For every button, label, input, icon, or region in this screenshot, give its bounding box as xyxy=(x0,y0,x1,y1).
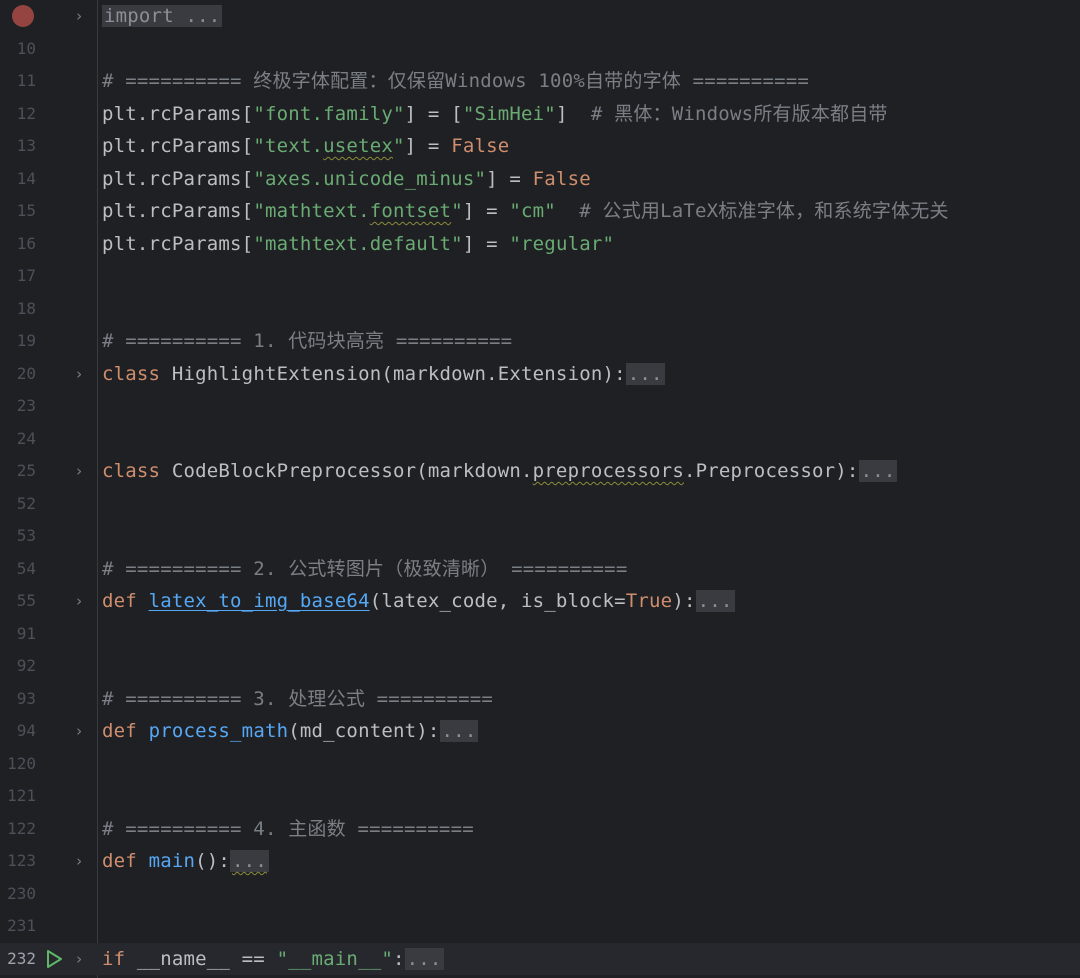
code-line[interactable]: 19 # ========== 1. 代码块高亮 ========== xyxy=(0,325,1080,358)
code-line[interactable]: 94 › def process_math(md_content):... xyxy=(0,715,1080,748)
line-number: 11 xyxy=(16,71,36,90)
code-editor[interactable]: › import ... 10 11 # ========== 终极字体配置：仅… xyxy=(0,0,1080,978)
fold-chevron-icon[interactable]: › xyxy=(70,0,88,33)
code-line[interactable]: 92 xyxy=(0,650,1080,683)
code-line[interactable]: 16 plt.rcParams["mathtext.default"] = "r… xyxy=(0,228,1080,261)
typo-warning: fontset xyxy=(369,200,452,222)
line-number: 25 xyxy=(16,461,36,480)
code-line[interactable]: 230 xyxy=(0,878,1080,911)
line-number: 53 xyxy=(16,526,36,545)
folded-block[interactable]: ... xyxy=(695,590,735,612)
line-number: 91 xyxy=(16,623,36,643)
code-line[interactable]: 121 xyxy=(0,780,1080,813)
line-number: 18 xyxy=(16,298,36,318)
code-line[interactable]: 14 plt.rcParams["axes.unicode_minus"] = … xyxy=(0,163,1080,196)
code-line[interactable]: 12 plt.rcParams["font.family"] = ["SimHe… xyxy=(0,98,1080,131)
line-number: 55 xyxy=(16,591,36,610)
code-line[interactable]: 231 xyxy=(0,910,1080,943)
fold-chevron-icon[interactable]: › xyxy=(70,358,88,391)
code-line[interactable]: › import ... xyxy=(0,0,1080,33)
function-name[interactable]: main xyxy=(149,850,196,872)
comment: # 公式用LaTeX标准字体，和系统字体无关 xyxy=(555,200,949,222)
line-number: 54 xyxy=(16,558,36,578)
line-number: 121 xyxy=(7,786,36,805)
line-number: 19 xyxy=(16,331,36,350)
code-line[interactable]: 23 xyxy=(0,390,1080,423)
line-number: 122 xyxy=(7,818,36,838)
code-line[interactable]: 15 plt.rcParams["mathtext.fontset"] = "c… xyxy=(0,195,1080,228)
typo-warning: preprocessors xyxy=(532,460,684,482)
code-line[interactable]: 20 › class HighlightExtension(markdown.E… xyxy=(0,358,1080,391)
fold-chevron-icon[interactable]: › xyxy=(70,715,88,748)
code-line[interactable]: 11 # ========== 终极字体配置：仅保留Windows 100%自带… xyxy=(0,65,1080,98)
line-number: 231 xyxy=(7,916,36,935)
line-number: 16 xyxy=(16,233,36,253)
folded-block[interactable]: ... xyxy=(439,720,479,742)
code-line[interactable]: 55 › def latex_to_img_base64(latex_code,… xyxy=(0,585,1080,618)
line-number: 24 xyxy=(16,428,36,448)
fold-chevron-icon[interactable]: › xyxy=(70,943,88,976)
folded-block[interactable]: ... xyxy=(230,850,269,872)
function-name[interactable]: process_math xyxy=(149,720,289,742)
code-line[interactable]: 122 # ========== 4. 主函数 ========== xyxy=(0,813,1080,846)
comment: # ========== 4. 主函数 ========== xyxy=(102,817,474,840)
line-number: 15 xyxy=(16,201,36,220)
folded-imports[interactable]: import ... xyxy=(102,5,223,27)
code-line[interactable]: 18 xyxy=(0,293,1080,326)
comment: # ========== 1. 代码块高亮 ========== xyxy=(102,330,513,352)
comment: # ========== 2. 公式转图片（极致清晰） ========== xyxy=(102,557,628,580)
line-number: 10 xyxy=(16,38,36,58)
code-line[interactable]: 120 xyxy=(0,748,1080,781)
line-number: 14 xyxy=(16,168,36,188)
line-number: 93 xyxy=(16,688,36,708)
code-line[interactable]: 52 xyxy=(0,488,1080,521)
line-number: 232 xyxy=(7,948,36,968)
code-line[interactable]: 13 plt.rcParams["text.usetex"] = False xyxy=(0,130,1080,163)
folded-block[interactable]: ... xyxy=(858,460,898,482)
line-number: 230 xyxy=(7,883,36,903)
comment: # ========== 终极字体配置：仅保留Windows 100%自带的字体… xyxy=(102,70,810,92)
breakpoint-icon[interactable] xyxy=(12,5,34,27)
fold-chevron-icon[interactable]: › xyxy=(70,585,88,618)
code-line[interactable]: 123 › def main():... xyxy=(0,845,1080,878)
code-line[interactable]: 91 xyxy=(0,618,1080,651)
code-line[interactable]: 54 # ========== 2. 公式转图片（极致清晰） =========… xyxy=(0,553,1080,586)
line-number: 92 xyxy=(16,656,36,675)
run-icon[interactable] xyxy=(44,949,64,969)
folded-block[interactable]: ... xyxy=(404,947,444,970)
line-number: 52 xyxy=(16,493,36,513)
line-number: 17 xyxy=(16,266,36,285)
code-line[interactable]: 53 xyxy=(0,520,1080,553)
line-number: 12 xyxy=(16,103,36,123)
typo-warning: usetex xyxy=(323,135,393,157)
line-number: 123 xyxy=(7,851,36,870)
line-number: 120 xyxy=(7,753,36,773)
line-number: 23 xyxy=(16,396,36,415)
code-line[interactable]: 17 xyxy=(0,260,1080,293)
code-line[interactable]: 93 # ========== 3. 处理公式 ========== xyxy=(0,683,1080,716)
comment: # 黑体：Windows所有版本都自带 xyxy=(567,102,888,125)
fold-chevron-icon[interactable]: › xyxy=(70,845,88,878)
code-line-current[interactable]: 232 › if __name__ == "__main__":... xyxy=(0,942,1080,976)
line-number: 94 xyxy=(16,721,36,740)
line-number: 13 xyxy=(16,136,36,155)
code-line[interactable]: 25 › class CodeBlockPreprocessor(markdow… xyxy=(0,455,1080,488)
comment: # ========== 3. 处理公式 ========== xyxy=(102,687,494,710)
code-line[interactable]: 24 xyxy=(0,423,1080,456)
function-name[interactable]: latex_to_img_base64 xyxy=(149,590,370,612)
fold-chevron-icon[interactable]: › xyxy=(70,455,88,488)
code-line[interactable]: 10 xyxy=(0,33,1080,66)
line-number: 20 xyxy=(16,363,36,383)
folded-block[interactable]: ... xyxy=(625,362,665,385)
